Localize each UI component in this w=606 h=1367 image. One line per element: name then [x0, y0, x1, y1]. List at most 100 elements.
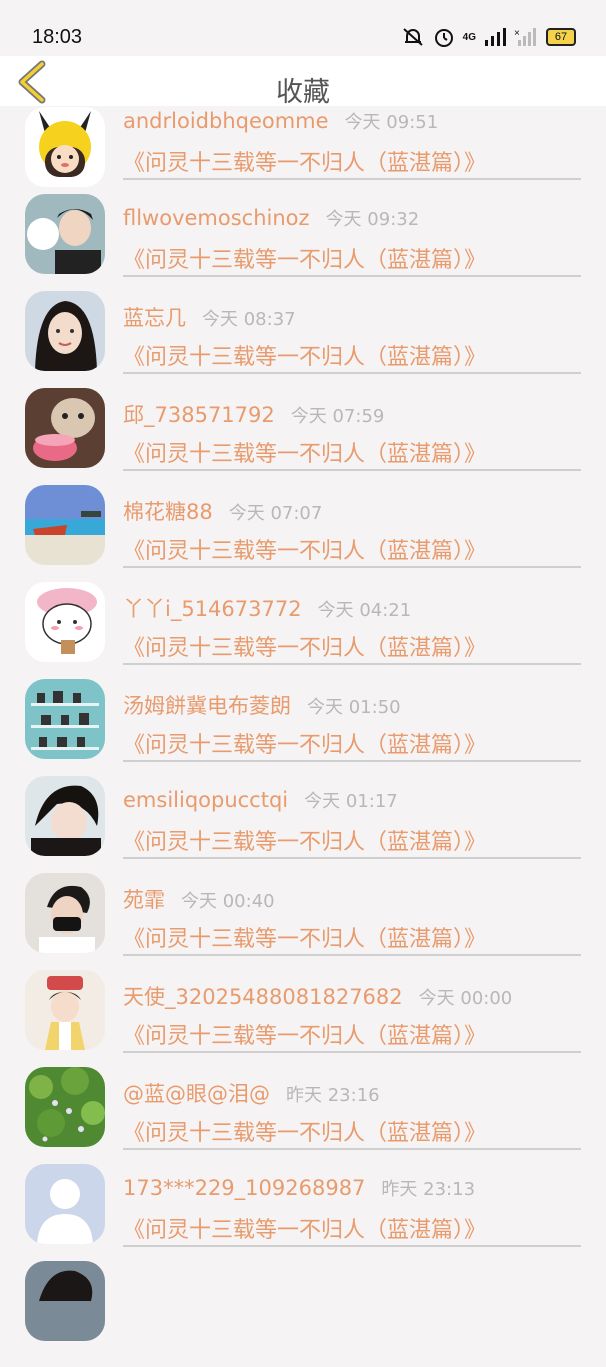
book-title[interactable]: 《问灵十三载等一不归人（蓝湛篇）》 — [123, 436, 486, 468]
username[interactable]: 棉花糖88 — [123, 496, 213, 526]
avatar[interactable] — [25, 582, 105, 662]
list-item[interactable]: 苑霏 今天 00:40 《问灵十三载等一不归人（蓝湛篇）》 — [0, 873, 606, 979]
book-title[interactable]: 《问灵十三载等一不归人（蓝湛篇）》 — [123, 1212, 486, 1244]
book-title[interactable]: 《问灵十三载等一不归人（蓝湛篇）》 — [123, 242, 486, 274]
avatar[interactable] — [25, 388, 105, 468]
list-item[interactable] — [0, 1261, 606, 1367]
username[interactable]: 汤姆餅冀电布菱朗 — [123, 690, 291, 720]
list-item[interactable]: 天使_32025488081827682 今天 00:00 《问灵十三载等一不归… — [0, 970, 606, 1076]
network-type: 4G — [462, 31, 476, 43]
list-item[interactable]: 邱_738571792 今天 07:59 《问灵十三载等一不归人（蓝湛篇）》 — [0, 388, 606, 494]
book-title[interactable]: 《问灵十三载等一不归人（蓝湛篇）》 — [123, 1115, 486, 1147]
username[interactable]: 173***229_109268987 — [123, 1176, 365, 1200]
item-meta: fllwovemoschinoz 今天 09:32 — [123, 205, 419, 231]
list-item[interactable]: emsiliqopucctqi 今天 01:17 《问灵十三载等一不归人（蓝湛篇… — [0, 776, 606, 882]
item-meta: 汤姆餅冀电布菱朗 今天 01:50 — [123, 690, 401, 720]
timestamp: 今天 01:17 — [304, 791, 398, 812]
username[interactable]: 丫丫i_514673772 — [123, 593, 302, 623]
avatar[interactable] — [25, 1261, 105, 1341]
list-item[interactable]: andrloidbhqeomme 今天 09:51 《问灵十三载等一不归人（蓝湛… — [0, 106, 606, 203]
list-item[interactable]: 蓝忘几 今天 08:37 《问灵十三载等一不归人（蓝湛篇）》 — [0, 291, 606, 397]
list-item[interactable]: @蓝@眼@泪@ 昨天 23:16 《问灵十三载等一不归人（蓝湛篇）》 — [0, 1067, 606, 1173]
item-meta: 苑霏 今天 00:40 — [123, 884, 275, 914]
favorites-list: andrloidbhqeomme 今天 09:51 《问灵十三载等一不归人（蓝湛… — [0, 106, 606, 1367]
username[interactable]: emsiliqopucctqi — [123, 788, 288, 812]
item-meta: 邱_738571792 今天 07:59 — [123, 399, 384, 429]
timestamp: 昨天 23:16 — [286, 1085, 380, 1106]
avatar[interactable] — [25, 1067, 105, 1147]
username[interactable]: 邱_738571792 — [123, 399, 275, 429]
timestamp: 今天 07:07 — [228, 503, 323, 524]
book-title[interactable]: 《问灵十三载等一不归人（蓝湛篇）》 — [123, 727, 486, 759]
book-title[interactable]: 《问灵十三载等一不归人（蓝湛篇）》 — [123, 1018, 486, 1050]
book-title[interactable]: 《问灵十三载等一不归人（蓝湛篇）》 — [123, 824, 486, 856]
book-title[interactable]: 《问灵十三载等一不归人（蓝湛篇）》 — [123, 145, 486, 177]
timestamp: 今天 08:37 — [202, 309, 296, 330]
divider — [123, 663, 581, 665]
timestamp: 今天 09:51 — [344, 112, 439, 133]
list-item[interactable]: 丫丫i_514673772 今天 04:21 《问灵十三载等一不归人（蓝湛篇）》 — [0, 582, 606, 688]
list-item[interactable]: fllwovemoschinoz 今天 09:32 《问灵十三载等一不归人（蓝湛… — [0, 194, 606, 300]
divider — [123, 857, 581, 859]
item-meta: 蓝忘几 今天 08:37 — [123, 302, 296, 332]
list-item[interactable]: 173***229_109268987 昨天 23:13 《问灵十三载等一不归人… — [0, 1164, 606, 1270]
svg-text:×: × — [514, 28, 520, 39]
divider — [123, 275, 581, 277]
item-meta: emsiliqopucctqi 今天 01:17 — [123, 787, 398, 813]
mute-bell-icon — [402, 28, 423, 46]
item-meta: @蓝@眼@泪@ 昨天 23:16 — [123, 1078, 380, 1108]
divider — [123, 469, 581, 471]
avatar[interactable] — [25, 291, 105, 371]
status-icons: 4G × 67 — [401, 24, 576, 50]
book-title[interactable]: 《问灵十三载等一不归人（蓝湛篇）》 — [123, 921, 486, 953]
divider — [123, 178, 581, 180]
divider — [123, 1148, 581, 1150]
avatar[interactable] — [25, 194, 105, 274]
avatar[interactable] — [25, 107, 105, 187]
timestamp: 今天 04:21 — [317, 600, 412, 621]
avatar[interactable] — [25, 970, 105, 1050]
divider — [123, 1245, 581, 1247]
timestamp: 今天 00:40 — [181, 891, 275, 912]
divider — [123, 566, 581, 568]
signal-no-service-icon: × — [514, 28, 536, 46]
item-meta: 173***229_109268987 昨天 23:13 — [123, 1175, 475, 1201]
username[interactable]: 苑霏 — [123, 884, 165, 914]
item-meta: andrloidbhqeomme 今天 09:51 — [123, 108, 438, 134]
avatar[interactable] — [25, 485, 105, 565]
avatar[interactable] — [25, 873, 105, 953]
username[interactable]: andrloidbhqeomme — [123, 109, 329, 133]
divider — [123, 1051, 581, 1053]
timestamp: 昨天 23:13 — [381, 1179, 476, 1200]
list-item[interactable]: 汤姆餅冀电布菱朗 今天 01:50 《问灵十三载等一不归人（蓝湛篇）》 — [0, 679, 606, 785]
page-title: 收藏 — [276, 77, 330, 108]
avatar[interactable] — [25, 1164, 105, 1244]
signal-strength-icon — [485, 28, 506, 46]
username[interactable]: 蓝忘几 — [123, 302, 186, 332]
alarm-clock-icon — [434, 29, 453, 47]
divider — [123, 760, 581, 762]
username[interactable]: 天使_32025488081827682 — [123, 981, 403, 1011]
status-bar: 18:03 4G × 67 — [0, 0, 606, 56]
status-time: 18:03 — [32, 26, 83, 48]
book-title[interactable]: 《问灵十三载等一不归人（蓝湛篇）》 — [123, 533, 486, 565]
book-title[interactable]: 《问灵十三载等一不归人（蓝湛篇）》 — [123, 339, 486, 371]
avatar[interactable] — [25, 776, 105, 856]
timestamp: 今天 00:00 — [418, 988, 513, 1009]
timestamp: 今天 07:59 — [290, 406, 385, 427]
battery-icon: 67 — [546, 28, 576, 46]
username[interactable]: @蓝@眼@泪@ — [123, 1078, 270, 1108]
timestamp: 今天 01:50 — [307, 697, 401, 718]
battery-level: 67 — [554, 31, 568, 43]
avatar[interactable] — [25, 679, 105, 759]
list-item[interactable]: 棉花糖88 今天 07:07 《问灵十三载等一不归人（蓝湛篇）》 — [0, 485, 606, 591]
book-title[interactable]: 《问灵十三载等一不归人（蓝湛篇）》 — [123, 630, 486, 662]
app-header: 收藏 — [0, 56, 606, 108]
timestamp: 今天 09:32 — [325, 209, 420, 230]
divider — [123, 954, 581, 956]
item-meta: 棉花糖88 今天 07:07 — [123, 496, 322, 526]
item-meta: 丫丫i_514673772 今天 04:21 — [123, 593, 411, 623]
divider — [123, 372, 581, 374]
username[interactable]: fllwovemoschinoz — [123, 206, 310, 230]
item-meta: 天使_32025488081827682 今天 00:00 — [123, 981, 512, 1011]
